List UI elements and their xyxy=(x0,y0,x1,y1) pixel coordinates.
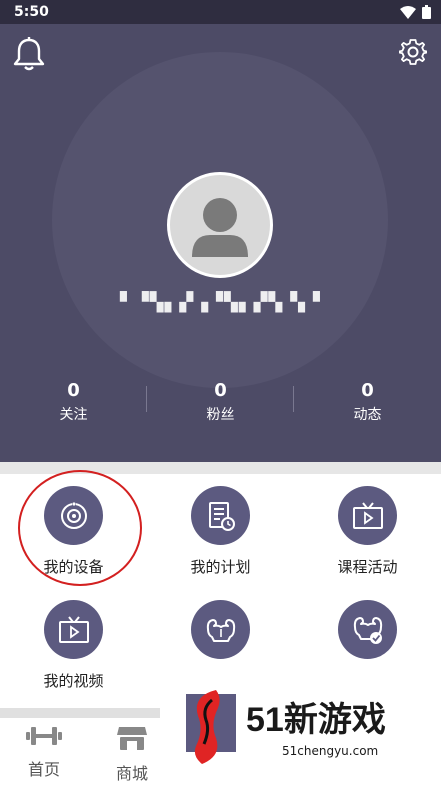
stat-fans-value: 0 xyxy=(214,380,227,401)
watermark-title: 51新游戏 xyxy=(246,701,386,739)
wifi-icon xyxy=(400,5,416,19)
status-time: 5:50 xyxy=(14,4,49,20)
dumbbell-icon xyxy=(26,727,62,745)
feature-label: 课程活动 xyxy=(337,558,398,576)
stat-following-label: 关注 xyxy=(59,407,88,423)
feature-course-activities[interactable]: 课程活动 xyxy=(294,474,441,584)
feature-my-videos[interactable]: 我的视频 xyxy=(0,588,147,698)
muscle-check-icon xyxy=(338,600,397,659)
store-icon xyxy=(117,727,147,750)
feature-label: 我的计划 xyxy=(190,558,251,576)
settings-gear-icon[interactable] xyxy=(398,38,428,70)
tab-store-label: 商城 xyxy=(115,764,148,783)
status-icons xyxy=(400,5,431,19)
stat-posts-label: 动态 xyxy=(353,407,382,423)
watermark-subtitle: 51chengyu.com xyxy=(282,744,379,758)
profile-stats: 0 关注 0 粉丝 0 动态 xyxy=(0,380,441,430)
tv-play-icon xyxy=(44,600,103,659)
plan-document-icon xyxy=(191,486,250,545)
feature-label: 我的视频 xyxy=(43,672,104,690)
stat-following[interactable]: 0 关注 xyxy=(0,380,147,424)
feature-training[interactable] xyxy=(147,588,294,698)
notification-bell-icon[interactable] xyxy=(12,36,46,76)
avatar[interactable] xyxy=(167,172,273,278)
stat-fans[interactable]: 0 粉丝 xyxy=(147,380,294,424)
default-user-icon xyxy=(192,198,248,257)
feature-my-plan[interactable]: 我的计划 xyxy=(147,474,294,584)
tab-home-label: 首页 xyxy=(27,760,60,779)
stat-fans-label: 粉丝 xyxy=(206,407,235,423)
username: ▘▝▚▖▞▗▝▚▖▞▚▝▖▘ xyxy=(120,292,328,313)
tab-home[interactable]: 首页 xyxy=(0,724,88,780)
highlight-annotation-circle xyxy=(18,470,142,586)
tab-store[interactable]: 商城 xyxy=(88,724,176,784)
stat-posts[interactable]: 0 动态 xyxy=(294,380,441,424)
profile-header: ▘▝▚▖▞▗▝▚▖▞▚▝▖▘ 0 关注 0 粉丝 0 动态 xyxy=(0,24,441,462)
watermark-logo: 51新游戏 51chengyu.com xyxy=(182,686,422,766)
feature-training-check[interactable] xyxy=(294,588,441,698)
tv-play-icon xyxy=(338,486,397,545)
status-bar: 5:50 xyxy=(0,0,441,24)
bottom-separator xyxy=(0,708,160,718)
muscle-icon xyxy=(191,600,250,659)
watermark-s-logo xyxy=(194,690,220,764)
stat-posts-value: 0 xyxy=(361,380,374,401)
battery-icon xyxy=(422,5,431,19)
stat-following-value: 0 xyxy=(67,380,80,401)
